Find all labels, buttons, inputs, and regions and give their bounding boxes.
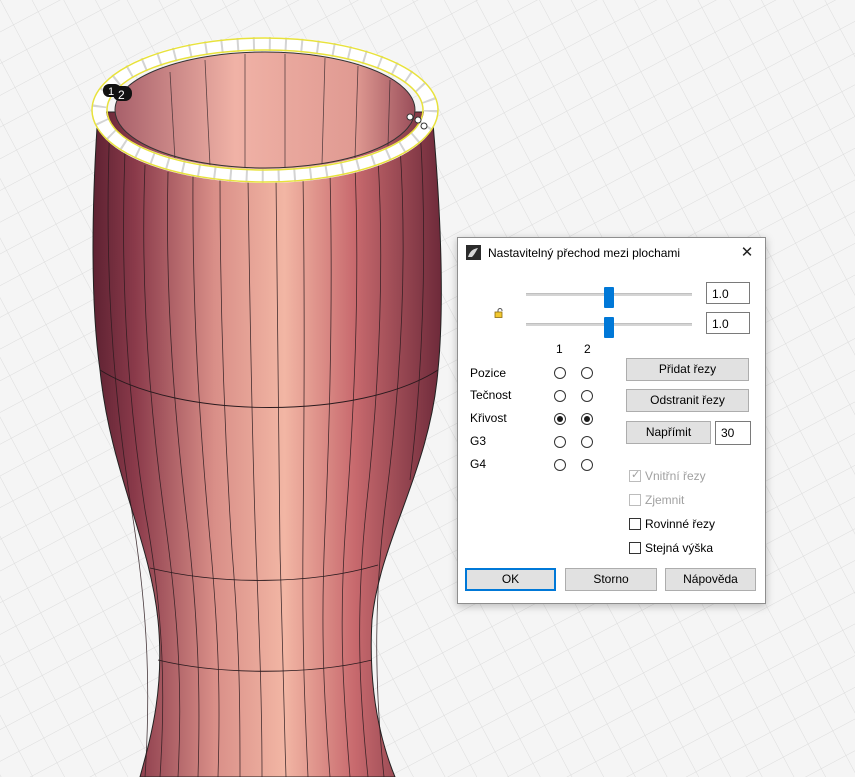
edge-label-2: 2: [118, 88, 125, 102]
radio-tecnost-2[interactable]: [581, 390, 593, 402]
label-refine: Zjemnit: [645, 493, 685, 507]
straighten-button[interactable]: Napřímit: [626, 421, 711, 444]
adjustable-blend-dialog: Nastavitelný přechod mezi plochami ✕ 1.0…: [457, 237, 766, 604]
radio-krivost-1[interactable]: [554, 413, 566, 425]
column-header-1: 1: [556, 342, 563, 356]
rhino-app-icon: [466, 245, 481, 260]
slider-1-value-input[interactable]: 1.0: [706, 282, 750, 304]
label-inner-sections: Vnitřní řezy: [645, 469, 706, 483]
slider-1-thumb[interactable]: [604, 287, 614, 308]
straighten-value-input[interactable]: 30: [715, 421, 751, 445]
column-header-2: 2: [584, 342, 591, 356]
ok-button[interactable]: OK: [465, 568, 556, 591]
row-label-g4: G4: [470, 457, 487, 471]
dialog-titlebar[interactable]: Nastavitelný přechod mezi plochami ✕: [458, 238, 765, 268]
checkbox-refine[interactable]: [629, 494, 641, 506]
row-label-tecnost: Tečnost: [470, 388, 512, 402]
radio-g3-1[interactable]: [554, 436, 566, 448]
checkbox-inner-sections[interactable]: ✓: [629, 469, 641, 482]
remove-sections-button[interactable]: Odstranit řezy: [626, 389, 749, 412]
checkmark-icon: ✓: [631, 469, 641, 481]
checkbox-planar-sections[interactable]: [629, 518, 641, 530]
radio-krivost-2[interactable]: [581, 413, 593, 425]
radio-g4-1[interactable]: [554, 459, 566, 471]
row-label-g3: G3: [470, 434, 487, 448]
edge-label-1: 1: [108, 86, 114, 98]
radio-pozice-2[interactable]: [581, 367, 593, 379]
row-label-krivost: Křivost: [470, 411, 507, 425]
label-planar-sections: Rovinné řezy: [645, 517, 716, 531]
help-button[interactable]: Nápověda: [665, 568, 756, 591]
dialog-title: Nastavitelný přechod mezi plochami: [488, 246, 681, 260]
radio-g4-2[interactable]: [581, 459, 593, 471]
lock-icon[interactable]: [494, 308, 504, 318]
radio-g3-2[interactable]: [581, 436, 593, 448]
radio-tecnost-1[interactable]: [554, 390, 566, 402]
cancel-button[interactable]: Storno: [565, 568, 657, 591]
add-sections-button[interactable]: Přidat řezy: [626, 358, 749, 381]
radio-pozice-1[interactable]: [554, 367, 566, 379]
slider-2-thumb[interactable]: [604, 317, 614, 338]
checkbox-same-height[interactable]: [629, 542, 641, 554]
slider-2-value-input[interactable]: 1.0: [706, 312, 750, 334]
close-icon: ✕: [740, 244, 754, 261]
close-button[interactable]: ✕: [735, 242, 759, 264]
row-label-pozice: Pozice: [470, 366, 507, 380]
slider-2[interactable]: [526, 317, 692, 338]
label-same-height: Stejná výška: [645, 541, 714, 555]
slider-1[interactable]: [526, 287, 692, 308]
vase-inner: [114, 51, 416, 169]
